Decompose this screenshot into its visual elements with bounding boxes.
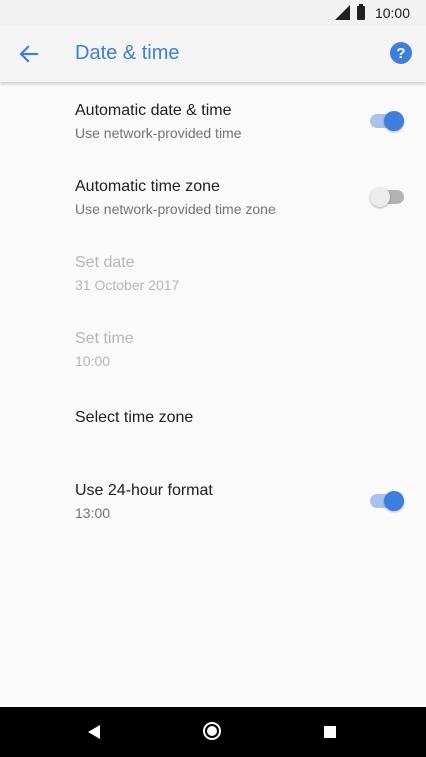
setting-title: Automatic time zone bbox=[75, 178, 220, 195]
settings-list: Automatic date & time Use network-provid… bbox=[0, 83, 426, 539]
setting-set-time: Set time 10:00 bbox=[0, 311, 426, 387]
screen: 10:00 Date & time ? Automatic date & tim… bbox=[0, 0, 426, 757]
help-button[interactable]: ? bbox=[390, 42, 412, 64]
setting-title: Set time bbox=[75, 330, 134, 347]
setting-summary: Use network-provided time bbox=[75, 125, 242, 141]
setting-select-time-zone[interactable]: Select time zone bbox=[0, 387, 426, 463]
setting-summary: 10:00 bbox=[75, 353, 111, 369]
setting-set-date: Set date 31 October 2017 bbox=[0, 235, 426, 311]
setting-title: Select time zone bbox=[75, 409, 194, 426]
toolbar: Date & time ? bbox=[0, 25, 426, 82]
battery-icon bbox=[356, 3, 365, 20]
automatic-date-time-switch[interactable] bbox=[370, 111, 404, 131]
nav-back-icon[interactable] bbox=[88, 725, 100, 739]
switch-thumb bbox=[370, 187, 390, 207]
switch-thumb bbox=[384, 111, 404, 131]
help-icon: ? bbox=[396, 44, 406, 62]
setting-title: Set date bbox=[75, 254, 135, 271]
setting-automatic-time-zone[interactable]: Automatic time zone Use network-provided… bbox=[0, 159, 426, 235]
setting-use-24-hour-format[interactable]: Use 24-hour format 13:00 bbox=[0, 463, 426, 539]
status-bar: 10:00 bbox=[0, 0, 426, 25]
back-button[interactable] bbox=[12, 37, 46, 71]
switch-thumb bbox=[384, 491, 404, 511]
nav-recents-icon[interactable] bbox=[324, 726, 336, 738]
nav-home-icon[interactable] bbox=[203, 722, 221, 740]
setting-summary: 13:00 bbox=[75, 505, 111, 521]
setting-summary: 31 October 2017 bbox=[75, 277, 180, 293]
arrow-back-icon bbox=[19, 45, 39, 63]
status-time: 10:00 bbox=[374, 4, 410, 21]
use-24-hour-format-switch[interactable] bbox=[370, 491, 404, 511]
navigation-bar bbox=[0, 707, 426, 757]
setting-title: Automatic date & time bbox=[75, 102, 232, 119]
setting-summary: Use network-provided time zone bbox=[75, 201, 276, 217]
automatic-time-zone-switch[interactable] bbox=[370, 187, 404, 207]
setting-title: Use 24-hour format bbox=[75, 482, 213, 499]
page-title: Date & time bbox=[75, 42, 180, 64]
setting-automatic-date-time[interactable]: Automatic date & time Use network-provid… bbox=[0, 83, 426, 159]
signal-icon bbox=[334, 5, 350, 20]
